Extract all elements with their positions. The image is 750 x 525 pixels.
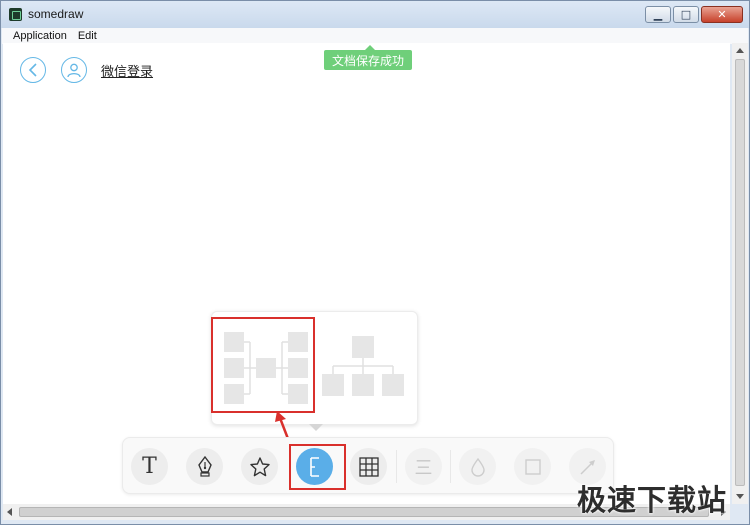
star-tool-button[interactable] <box>241 448 278 485</box>
drawing-canvas[interactable] <box>3 43 730 504</box>
window-title: somedraw <box>28 7 84 21</box>
user-button[interactable] <box>61 57 87 83</box>
bottom-toolbar: T 三 <box>122 437 614 494</box>
menu-application[interactable]: Application <box>13 30 67 42</box>
title-bar[interactable]: somedraw ▁ □ ✕ <box>1 1 749 28</box>
text-tool-button[interactable]: T <box>131 448 168 485</box>
grid-icon <box>358 456 379 477</box>
scroll-left-icon[interactable] <box>7 508 12 516</box>
menu-edit[interactable]: Edit <box>78 30 97 42</box>
app-logo-icon <box>9 8 22 21</box>
square-icon <box>524 458 541 475</box>
border-tool-button[interactable] <box>514 448 551 485</box>
vertical-scroll-thumb[interactable] <box>735 59 745 486</box>
minimize-button[interactable]: ▁ <box>645 6 671 23</box>
org-chart-layout-icon <box>322 336 404 396</box>
back-button[interactable] <box>20 57 46 83</box>
save-success-toast: 文档保存成功 <box>324 45 412 70</box>
user-icon <box>67 63 81 78</box>
close-button[interactable]: ✕ <box>701 6 743 23</box>
droplet-icon <box>470 457 485 477</box>
pen-nib-icon <box>197 455 212 477</box>
close-icon: ✕ <box>717 8 727 21</box>
window-controls: ▁ □ ✕ <box>645 6 743 23</box>
maximize-icon: □ <box>680 8 692 21</box>
back-arrow-icon <box>28 63 37 77</box>
wechat-login-link[interactable]: 微信登录 <box>101 61 153 80</box>
tool-highlight-box <box>289 444 346 490</box>
watermark-text: 极速下载站 <box>577 483 728 517</box>
list-tool-button[interactable]: 三 <box>405 448 442 485</box>
minimize-icon: ▁ <box>653 8 663 21</box>
layout-highlight-box <box>211 317 315 413</box>
table-tool-button[interactable] <box>350 448 387 485</box>
vertical-scrollbar[interactable] <box>732 43 748 504</box>
fill-tool-button[interactable] <box>459 448 496 485</box>
scroll-up-icon[interactable] <box>736 48 744 53</box>
maximize-button[interactable]: □ <box>673 6 699 23</box>
text-icon: T <box>142 454 157 479</box>
toast-message: 文档保存成功 <box>331 53 404 68</box>
arrow-line-icon <box>579 459 595 475</box>
menu-bar: Application Edit <box>2 28 748 44</box>
scroll-down-icon[interactable] <box>736 494 744 499</box>
pen-tool-button[interactable] <box>186 448 223 485</box>
org-chart-layout-option[interactable] <box>318 322 414 418</box>
list-icon: 三 <box>414 457 433 479</box>
toolbar-divider <box>396 450 397 483</box>
toolbar-divider <box>450 450 451 483</box>
star-icon <box>249 456 270 476</box>
